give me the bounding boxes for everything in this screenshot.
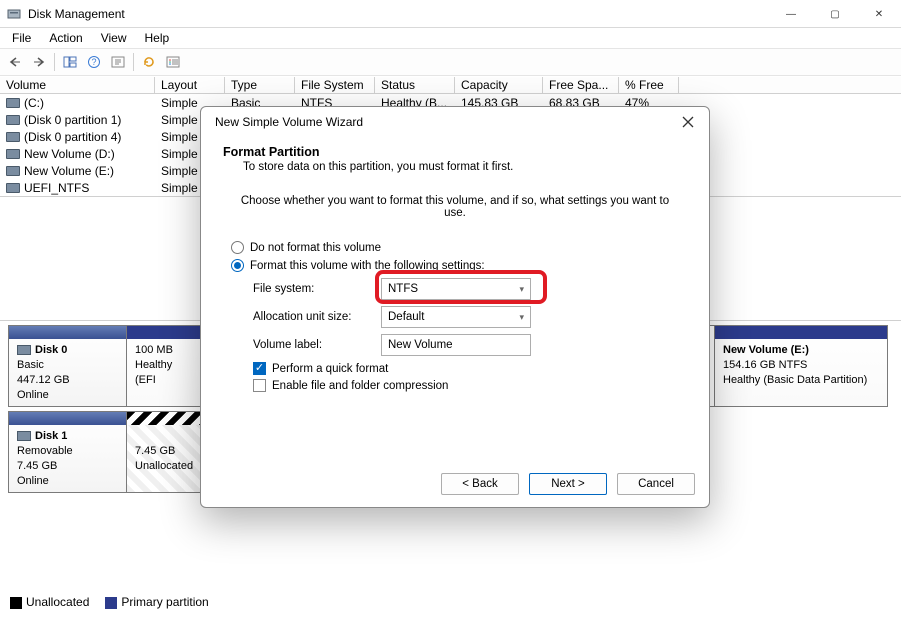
- checkbox-enable-compression[interactable]: Enable file and folder compression: [253, 379, 679, 392]
- allocation-size-select[interactable]: Default ▾: [381, 306, 531, 328]
- col-filesystem[interactable]: File System: [295, 77, 375, 93]
- legend-swatch-unallocated: [10, 597, 22, 609]
- volume-icon: [6, 132, 20, 142]
- toolbar-layout-button[interactable]: [59, 51, 81, 73]
- wizard-cancel-button[interactable]: Cancel: [617, 473, 695, 495]
- menu-view[interactable]: View: [93, 30, 135, 46]
- wizard-title: New Simple Volume Wizard: [215, 115, 363, 129]
- toolbar-refresh-button[interactable]: [138, 51, 160, 73]
- legend-swatch-primary: [105, 597, 117, 609]
- volume-name: (Disk 0 partition 1): [24, 113, 121, 127]
- window-maximize-button[interactable]: ▢: [813, 0, 857, 28]
- volume-icon: [6, 183, 20, 193]
- volume-name: (Disk 0 partition 4): [24, 130, 121, 144]
- volume-icon: [6, 149, 20, 159]
- new-simple-volume-wizard: New Simple Volume Wizard Format Partitio…: [200, 106, 710, 508]
- window-minimize-button[interactable]: —: [769, 0, 813, 28]
- wizard-back-button[interactable]: < Back: [441, 473, 519, 495]
- toolbar-help-button[interactable]: ?: [83, 51, 105, 73]
- wizard-next-button[interactable]: Next >: [529, 473, 607, 495]
- window-close-button[interactable]: ✕: [857, 0, 901, 28]
- titlebar: Disk Management — ▢ ✕: [0, 0, 901, 28]
- col-capacity[interactable]: Capacity: [455, 77, 543, 93]
- svg-text:?: ?: [91, 57, 96, 67]
- volume-name: New Volume (E:): [24, 164, 114, 178]
- menu-help[interactable]: Help: [137, 30, 178, 46]
- toolbar: ?: [0, 48, 901, 76]
- disk-label[interactable]: Disk 1 Removable 7.45 GB Online: [9, 412, 127, 492]
- app-disk-icon: [6, 6, 22, 22]
- volume-icon: [6, 98, 20, 108]
- partition[interactable]: 100 MB Healthy (EFI: [127, 326, 205, 406]
- file-system-label: File system:: [253, 283, 381, 295]
- radio-do-not-format[interactable]: Do not format this volume: [231, 241, 679, 254]
- volume-icon: [6, 166, 20, 176]
- partition[interactable]: New Volume (E:) 154.16 GB NTFS Healthy (…: [715, 326, 887, 406]
- legend: Unallocated Primary partition: [10, 595, 209, 609]
- volume-name: (C:): [24, 96, 44, 110]
- volume-name: UEFI_NTFS: [24, 181, 89, 195]
- radio-format-with-settings[interactable]: Format this volume with the following se…: [231, 259, 679, 272]
- nav-forward-button[interactable]: [28, 51, 50, 73]
- col-type[interactable]: Type: [225, 77, 295, 93]
- allocation-size-label: Allocation unit size:: [253, 311, 381, 323]
- wizard-close-button[interactable]: [673, 110, 703, 134]
- menu-action[interactable]: Action: [41, 30, 90, 46]
- wizard-heading: Format Partition: [223, 145, 687, 159]
- window-title: Disk Management: [28, 7, 769, 21]
- file-system-select[interactable]: NTFS ▾: [381, 278, 531, 300]
- toolbar-list-button[interactable]: [162, 51, 184, 73]
- checkbox-quick-format[interactable]: ✓ Perform a quick format: [253, 362, 679, 375]
- disk-drive-icon: [17, 345, 31, 355]
- col-volume[interactable]: Volume: [0, 77, 155, 93]
- col-status[interactable]: Status: [375, 77, 455, 93]
- col-layout[interactable]: Layout: [155, 77, 225, 93]
- menubar: File Action View Help: [0, 28, 901, 48]
- volume-name: New Volume (D:): [24, 147, 115, 161]
- col-freespace[interactable]: Free Spa...: [543, 77, 619, 93]
- volume-list-header: Volume Layout Type File System Status Ca…: [0, 76, 901, 94]
- chevron-down-icon: ▾: [519, 284, 524, 295]
- volume-icon: [6, 115, 20, 125]
- wizard-subheading: To store data on this partition, you mus…: [223, 161, 687, 173]
- wizard-prompt: Choose whether you want to format this v…: [231, 195, 679, 219]
- toolbar-options-button[interactable]: [107, 51, 129, 73]
- menu-file[interactable]: File: [4, 30, 39, 46]
- chevron-down-icon: ▾: [519, 312, 524, 323]
- volume-label-input[interactable]: New Volume: [381, 334, 531, 356]
- close-icon: [682, 116, 694, 128]
- col-pctfree[interactable]: % Free: [619, 77, 679, 93]
- disk-drive-icon: [17, 431, 31, 441]
- volume-label-label: Volume label:: [253, 339, 381, 351]
- nav-back-button[interactable]: [4, 51, 26, 73]
- checkmark-icon: ✓: [253, 362, 266, 375]
- disk-label[interactable]: Disk 0 Basic 447.12 GB Online: [9, 326, 127, 406]
